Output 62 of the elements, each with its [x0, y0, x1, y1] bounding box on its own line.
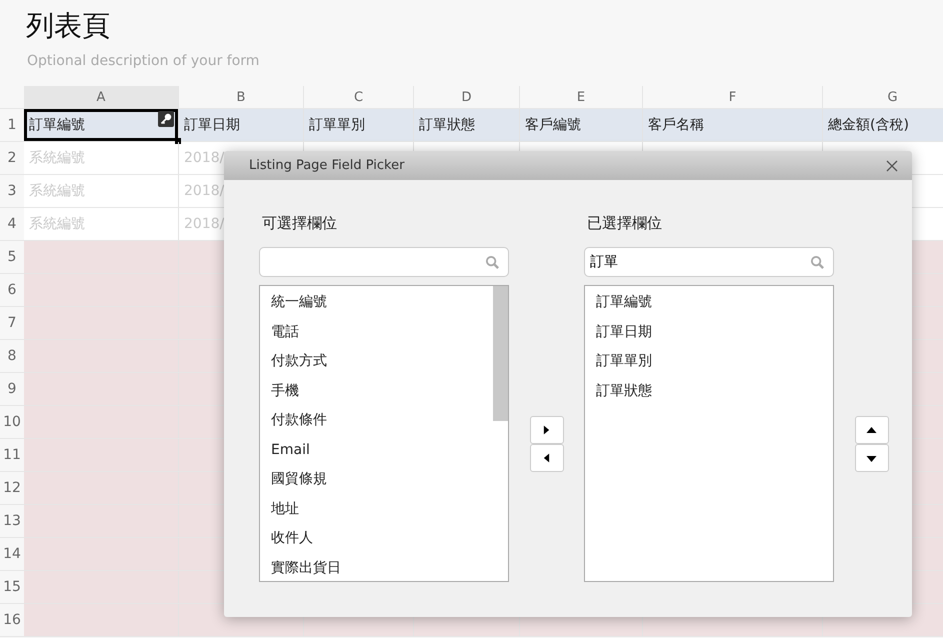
- list-item[interactable]: 實際出貨日: [260, 554, 471, 583]
- move-down-button[interactable]: [854, 444, 888, 472]
- header-cell[interactable]: 訂單狀態: [414, 109, 519, 141]
- row-number: 9: [6, 380, 18, 399]
- column-header[interactable]: C: [304, 86, 414, 108]
- row-number: 1: [6, 116, 18, 135]
- row-number: 14: [2, 545, 22, 564]
- search-field[interactable]: 訂單: [584, 247, 834, 277]
- row-number: 16: [2, 611, 22, 630]
- row-number: 12: [2, 479, 22, 498]
- column-header[interactable]: D: [414, 86, 520, 108]
- list-item[interactable]: 訂單狀態: [585, 376, 796, 406]
- list-item[interactable]: 國貿條規: [260, 465, 471, 494]
- move-left-button[interactable]: [530, 444, 564, 472]
- column-header[interactable]: B: [179, 86, 304, 108]
- list-item[interactable]: 付款方式: [260, 347, 471, 376]
- list-item[interactable]: Email: [260, 436, 471, 465]
- row-number: 11: [2, 446, 22, 465]
- list-item[interactable]: 收件人: [260, 524, 471, 554]
- list-label: 已選擇欄位: [586, 214, 663, 234]
- row-number: 8: [6, 347, 18, 366]
- column-header[interactable]: G: [823, 86, 943, 108]
- header-cell[interactable]: 總金額(含稅): [823, 109, 943, 141]
- close-icon[interactable]: [886, 160, 898, 172]
- row-number: 10: [2, 413, 22, 432]
- list-item[interactable]: 訂單日期: [585, 318, 796, 347]
- form-title[interactable]: 列表頁: [24, 4, 646, 48]
- scrollbar-thumb[interactable]: [493, 286, 508, 421]
- row-number: 2: [6, 149, 18, 168]
- row-number: 15: [2, 578, 22, 597]
- list-label: 可選擇欄位: [261, 214, 338, 234]
- key-icon[interactable]: [158, 111, 174, 127]
- header-cell[interactable]: 客戶名稱: [643, 109, 822, 141]
- column-header[interactable]: F: [643, 86, 823, 108]
- down-triangle-icon: [866, 454, 877, 462]
- row-number: 5: [6, 248, 18, 267]
- row-number: 13: [2, 512, 22, 531]
- move-up-button[interactable]: [854, 416, 888, 444]
- header-cell[interactable]: 訂單編號: [24, 109, 178, 141]
- column-header[interactable]: E: [520, 86, 643, 108]
- right-triangle-icon: [543, 425, 550, 435]
- list-item[interactable]: 訂單單別: [585, 347, 796, 376]
- dialog-title: Listing Page Field Picker: [249, 158, 404, 173]
- up-triangle-icon: [866, 426, 877, 434]
- fill-handle[interactable]: [175, 138, 181, 144]
- list-item[interactable]: 電話: [260, 318, 471, 347]
- header-cell[interactable]: 訂單單別: [304, 109, 413, 141]
- list-item[interactable]: 訂單編號: [585, 288, 796, 318]
- list-item[interactable]: 手機: [260, 376, 471, 406]
- left-triangle-icon: [543, 453, 550, 463]
- list-item[interactable]: 統一編號: [260, 288, 471, 318]
- list-item[interactable]: 地址: [260, 494, 471, 524]
- search-field[interactable]: [259, 247, 509, 277]
- list-item[interactable]: 付款條件: [260, 406, 471, 436]
- row-number: 6: [6, 281, 18, 300]
- row-number: 4: [6, 215, 18, 234]
- row-number: 3: [6, 182, 18, 201]
- header-cell[interactable]: 訂單日期: [179, 109, 303, 141]
- row-number: 7: [6, 314, 18, 333]
- header-cell[interactable]: 客戶編號: [520, 109, 642, 141]
- column-header[interactable]: A: [24, 86, 179, 108]
- move-right-button[interactable]: [530, 416, 564, 444]
